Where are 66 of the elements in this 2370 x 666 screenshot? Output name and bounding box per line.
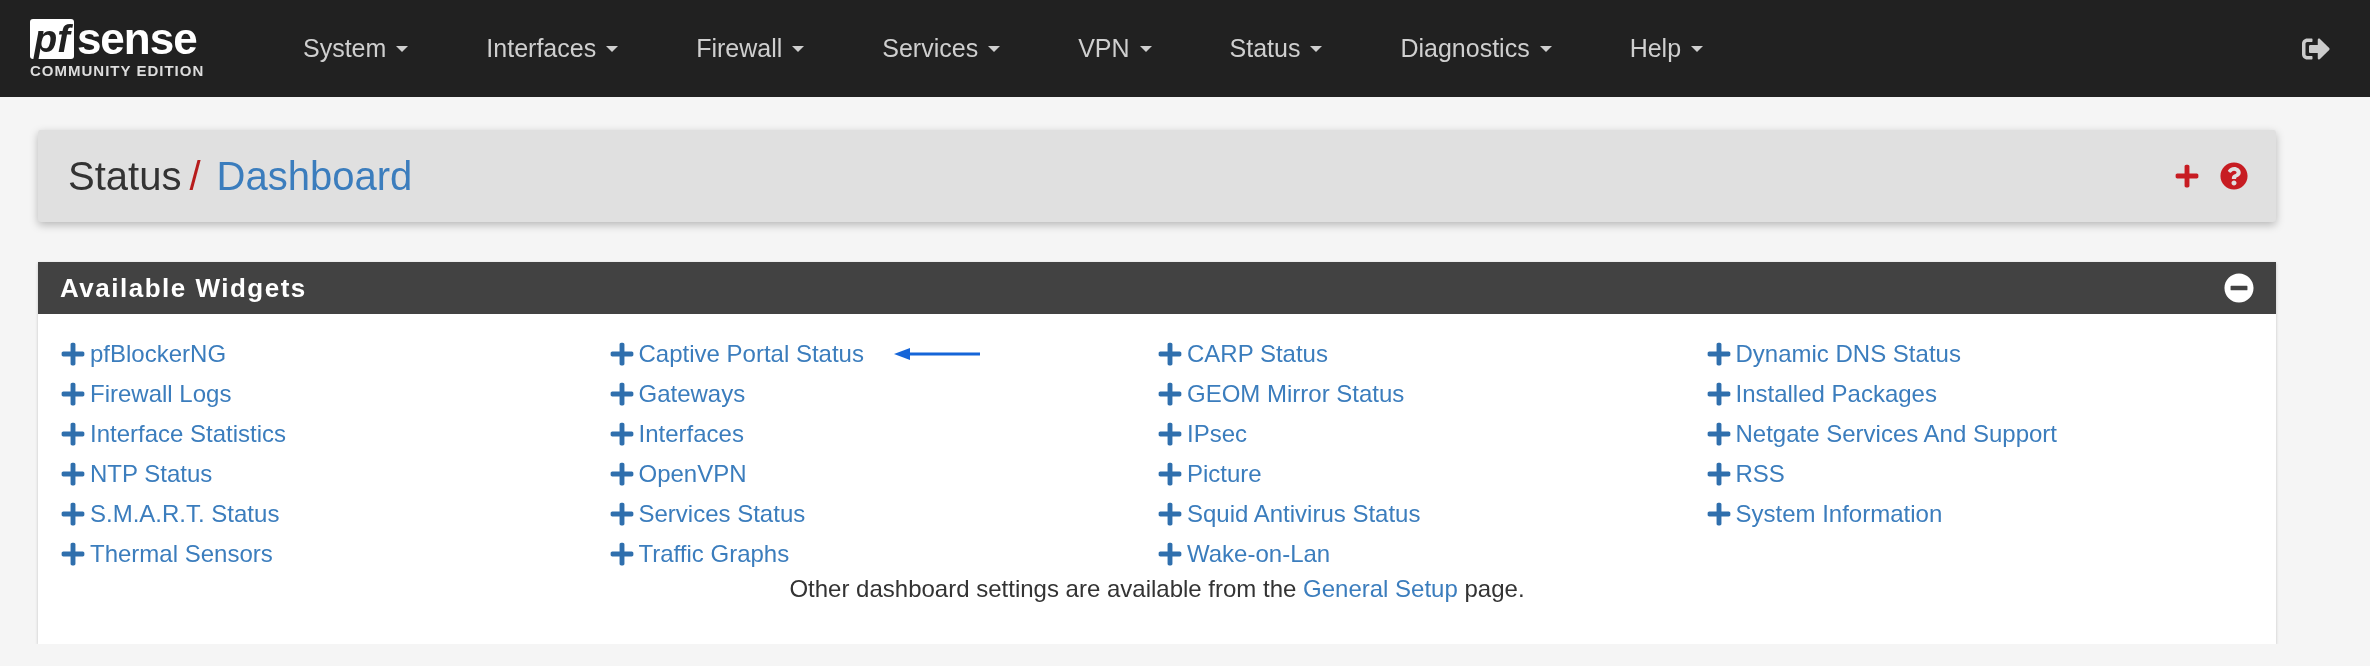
logo-name: sense — [76, 18, 197, 60]
plus-icon — [1705, 421, 1732, 447]
collapse-icon[interactable] — [2224, 273, 2254, 303]
breadcrumb-separator: / — [189, 153, 201, 199]
widget-link[interactable]: Squid Antivirus Status — [1157, 500, 1421, 528]
general-setup-link[interactable]: General Setup — [1303, 575, 1458, 602]
plus-icon — [608, 541, 635, 567]
widget-link[interactable]: Traffic Graphs — [608, 540, 790, 568]
nav-menu-item[interactable]: Diagnostics — [1372, 34, 1580, 63]
widget-link[interactable]: S.M.A.R.T. Status — [60, 500, 280, 528]
widget-link[interactable]: Services Status — [608, 500, 806, 528]
nav-menu-item[interactable]: Help — [1601, 34, 1732, 63]
widget-link[interactable]: RSS — [1705, 460, 1785, 488]
plus-icon — [1705, 341, 1732, 367]
widget-link[interactable]: System Information — [1705, 500, 1943, 528]
logo-mark: pf — [30, 19, 74, 59]
plus-icon — [60, 381, 86, 407]
plus-icon — [1157, 421, 1183, 447]
nav-menu-item[interactable]: System — [275, 34, 437, 63]
plus-icon — [1157, 461, 1183, 487]
plus-icon — [1157, 341, 1183, 367]
plus-icon — [60, 421, 86, 447]
widget-link[interactable]: Captive Portal Status — [608, 340, 864, 368]
widget-link[interactable]: Installed Packages — [1705, 380, 1937, 408]
plus-icon — [608, 381, 635, 407]
widget-link[interactable]: Firewall Logs — [60, 380, 232, 408]
widget-link[interactable]: pfBlockerNG — [60, 340, 227, 368]
widget-link[interactable]: CARP Status — [1157, 340, 1328, 368]
plus-icon — [608, 341, 635, 367]
widget-link[interactable]: IPsec — [1157, 420, 1248, 448]
plus-icon — [608, 501, 635, 527]
plus-icon — [1157, 381, 1183, 407]
widget-link[interactable]: GEOM Mirror Status — [1157, 380, 1405, 408]
breadcrumb-link[interactable]: Dashboard — [216, 153, 413, 199]
widget-link[interactable]: Thermal Sensors — [60, 540, 273, 568]
widget-link[interactable]: Picture — [1157, 460, 1262, 488]
nav-menu-item[interactable]: VPN — [1050, 34, 1180, 63]
plus-icon — [1705, 501, 1732, 527]
nav-menu-item[interactable]: Interfaces — [458, 34, 647, 63]
plus-icon — [60, 341, 86, 367]
nav-menu-item[interactable]: Services — [854, 34, 1029, 63]
nav-menu-item[interactable]: Status — [1201, 34, 1351, 63]
plus-icon — [1705, 381, 1732, 407]
widget-link[interactable]: OpenVPN — [608, 460, 747, 488]
add-icon[interactable] — [2174, 163, 2200, 189]
plus-icon — [608, 421, 635, 447]
settings-note: Other dashboard settings are available from the General Setup page. — [788, 574, 1526, 604]
plus-icon — [60, 541, 86, 567]
breadcrumb-section: Status — [68, 153, 182, 199]
plus-icon — [1705, 461, 1732, 487]
panel-title: Available Widgets — [60, 272, 307, 304]
widget-link[interactable]: Interfaces — [608, 420, 744, 448]
widget-link[interactable]: Netgate Services And Support — [1705, 420, 2058, 448]
plus-icon — [1157, 541, 1183, 567]
widget-link[interactable]: Wake-on-Lan — [1157, 540, 1331, 568]
widget-link[interactable]: Gateways — [608, 380, 746, 408]
logo-edition: COMMUNITY EDITION — [30, 62, 205, 79]
plus-icon — [608, 461, 635, 487]
nav-menu-item[interactable]: Firewall — [668, 34, 833, 63]
plus-icon — [60, 501, 86, 527]
widget-link[interactable]: Interface Statistics — [60, 420, 287, 448]
widget-link[interactable]: Dynamic DNS Status — [1705, 340, 1961, 368]
widget-link[interactable]: NTP Status — [60, 460, 213, 488]
plus-icon — [1157, 501, 1183, 527]
plus-icon — [60, 461, 86, 487]
help-icon[interactable] — [2220, 162, 2248, 190]
